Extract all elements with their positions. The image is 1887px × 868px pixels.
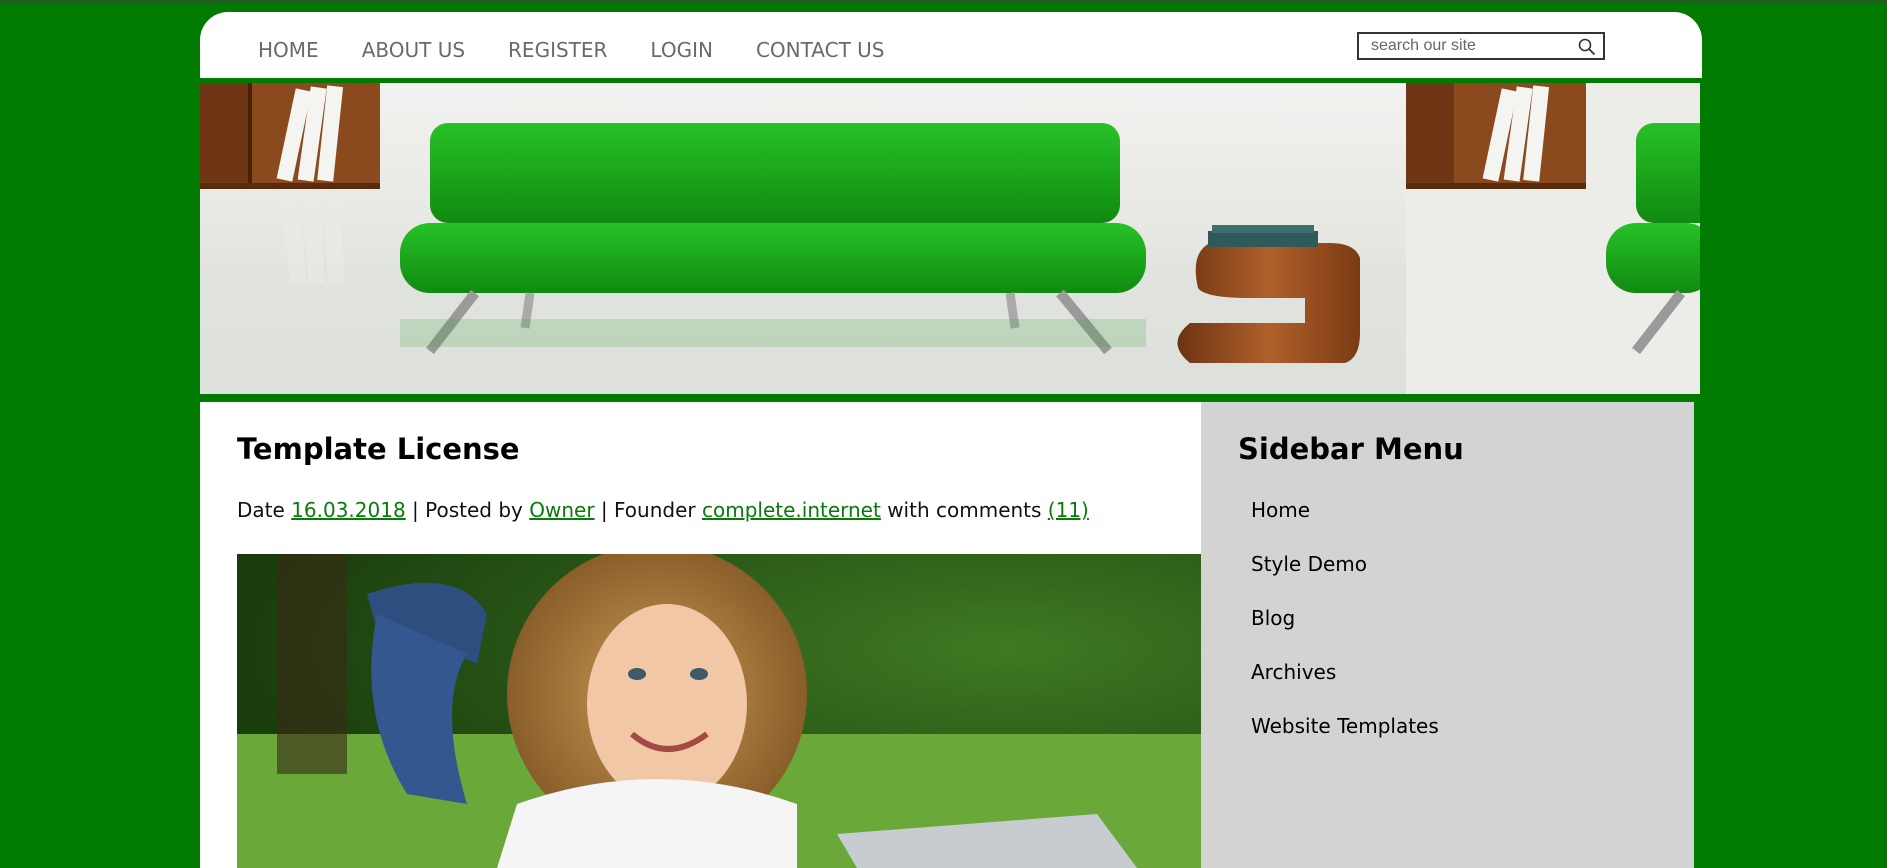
sidebar-item-archives: Archives	[1251, 660, 1439, 714]
sidebar-item-website-templates: Website Templates	[1251, 714, 1439, 768]
menu-item-register: REGISTER	[508, 38, 607, 62]
sidebar-title: Sidebar Menu	[1238, 432, 1464, 466]
sidebar-link-blog[interactable]: Blog	[1251, 606, 1295, 630]
posted-by-label: | Posted by	[412, 498, 523, 522]
founder-label: | Founder	[600, 498, 696, 522]
post-image	[237, 554, 1201, 868]
sidebar-link-archives[interactable]: Archives	[1251, 660, 1336, 684]
author-link[interactable]: Owner	[529, 498, 594, 522]
sidebar: Sidebar Menu Home Style Demo Blog Archiv…	[1201, 402, 1694, 868]
menu-item-login: LOGIN	[650, 38, 713, 62]
girl-with-laptop-photo	[237, 554, 1201, 868]
post-meta: Date 16.03.2018 | Posted by Owner | Foun…	[237, 498, 1089, 522]
banner-sofa-illustration	[200, 83, 1700, 394]
search-box	[1357, 32, 1605, 60]
menu-item-contact-us: CONTACT US	[756, 38, 885, 62]
post-date-link[interactable]: 16.03.2018	[291, 498, 406, 522]
banner-repeat-right	[1406, 83, 1700, 394]
sidebar-menu: Home Style Demo Blog Archives Website Te…	[1251, 498, 1439, 768]
header-banner-image	[200, 83, 1700, 394]
main-menu: HOME ABOUT US REGISTER LOGIN CONTACT US	[258, 12, 927, 88]
nav-link-login[interactable]: LOGIN	[650, 38, 713, 62]
sidebar-link-home[interactable]: Home	[1251, 498, 1310, 522]
sidebar-link-website-templates[interactable]: Website Templates	[1251, 714, 1439, 738]
sidebar-item-blog: Blog	[1251, 606, 1439, 660]
sidebar-item-home: Home	[1251, 498, 1439, 552]
nav-link-about-us[interactable]: ABOUT US	[362, 38, 465, 62]
menu-item-home: HOME	[258, 38, 319, 62]
nav-link-register[interactable]: REGISTER	[508, 38, 607, 62]
nav-link-contact-us[interactable]: CONTACT US	[756, 38, 885, 62]
sidebar-link-style-demo[interactable]: Style Demo	[1251, 552, 1367, 576]
top-border-line	[0, 0, 1887, 3]
date-label: Date	[237, 498, 285, 522]
search-input[interactable]	[1359, 34, 1581, 58]
founder-link[interactable]: complete.internet	[702, 498, 881, 522]
comments-label: with comments	[887, 498, 1042, 522]
sidebar-item-style-demo: Style Demo	[1251, 552, 1439, 606]
menu-item-about-us: ABOUT US	[362, 38, 465, 62]
top-navigation-bar: HOME ABOUT US REGISTER LOGIN CONTACT US	[200, 12, 1702, 78]
search-icon[interactable]	[1577, 37, 1597, 57]
main-content: Template License Date 16.03.2018 | Poste…	[200, 402, 1201, 868]
comments-count-link[interactable]: (11)	[1048, 498, 1089, 522]
post-title: Template License	[237, 432, 520, 466]
nav-link-home[interactable]: HOME	[258, 38, 319, 62]
